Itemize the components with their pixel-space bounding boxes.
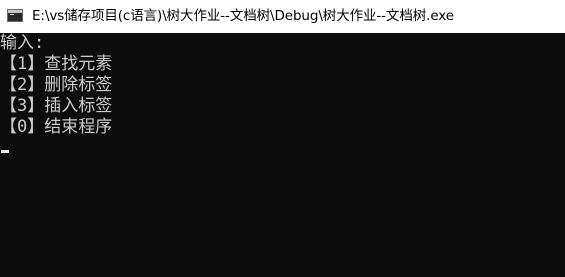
title-bar[interactable]: E:\vs储存项目(c语言)\树大作业--文档树\Debug\树大作业--文档树… [0, 0, 565, 33]
menu-item-insert: 【3】插入标签 [0, 96, 113, 116]
input-prompt: 输入: [0, 33, 45, 53]
console-app-icon[interactable] [7, 9, 23, 22]
console-output[interactable]: 输入: 【1】查找元素 【2】删除标签 【3】插入标签 【0】结束程序 [0, 33, 565, 277]
menu-item-exit: 【0】结束程序 [0, 117, 113, 137]
window-title: E:\vs储存项目(c语言)\树大作业--文档树\Debug\树大作业--文档树… [32, 8, 454, 24]
menu-item-delete: 【2】删除标签 [0, 75, 113, 95]
menu-item-find: 【1】查找元素 [0, 54, 113, 74]
text-cursor [1, 150, 9, 153]
console-window: E:\vs储存项目(c语言)\树大作业--文档树\Debug\树大作业--文档树… [0, 0, 565, 277]
